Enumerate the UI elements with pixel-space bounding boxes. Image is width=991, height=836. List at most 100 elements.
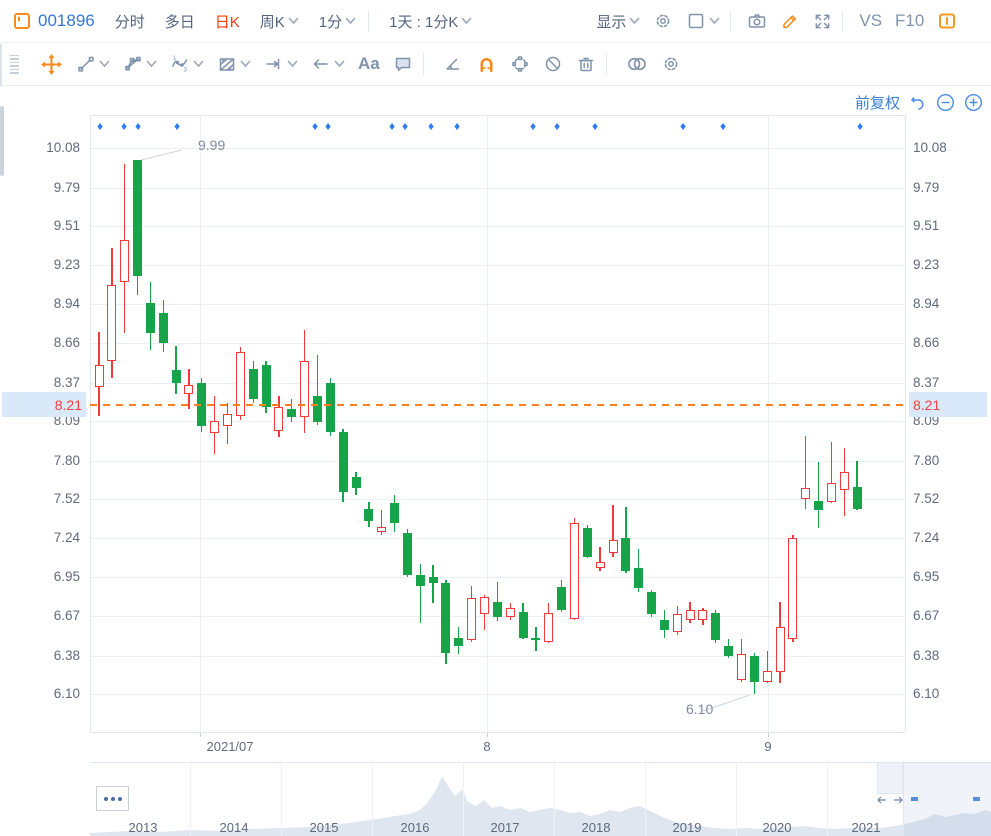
navigator-pan-arrows[interactable] <box>876 792 904 810</box>
trendline-tool[interactable] <box>123 54 157 74</box>
undo-icon[interactable] <box>909 94 927 112</box>
panel-right-icon[interactable] <box>937 11 957 31</box>
event-marker-icon[interactable]: ♦ <box>135 119 141 133</box>
vs-button[interactable]: VS <box>859 11 882 31</box>
adjust-mode-button[interactable]: 前复权 <box>855 92 900 113</box>
display-label: 显示 <box>596 11 626 32</box>
event-marker-icon[interactable]: ♦ <box>428 119 434 133</box>
event-marker-icon[interactable]: ♦ <box>402 119 408 133</box>
event-marker-icon[interactable]: ♦ <box>389 119 395 133</box>
event-marker-icon[interactable]: ♦ <box>174 119 180 133</box>
event-marker-icon[interactable]: ♦ <box>720 119 726 133</box>
event-marker-icon[interactable]: ♦ <box>97 119 103 133</box>
text-tool[interactable]: Aa <box>358 54 380 74</box>
event-marker-icon[interactable]: ♦ <box>857 119 863 133</box>
tab-fenshi[interactable]: 分时 <box>109 11 151 32</box>
zoom-in-icon[interactable] <box>964 93 983 112</box>
plot-border <box>90 732 905 733</box>
compare-tool[interactable] <box>626 53 648 75</box>
current-price-line <box>90 404 906 406</box>
continuous-tool[interactable] <box>510 54 530 74</box>
candle-body <box>390 503 399 522</box>
candle-wick <box>612 505 613 557</box>
candle-wick <box>818 462 819 528</box>
settings-icon[interactable] <box>653 11 673 31</box>
delete-drawings-tool[interactable] <box>576 54 596 74</box>
gann-tool[interactable] <box>217 54 251 74</box>
wave-tool[interactable]: 13 <box>170 54 204 74</box>
hide-drawings-tool[interactable] <box>543 54 563 74</box>
divider <box>368 10 369 32</box>
tab-rik[interactable]: 日K <box>209 11 246 32</box>
display-menu[interactable]: 显示 <box>596 11 640 32</box>
navigator-grid-line <box>827 763 828 836</box>
tab-yifen[interactable]: 1分 <box>313 11 362 32</box>
candle-wick <box>150 282 151 349</box>
top-toolbar: 001896 分时多日日K 周K 1分 1天 : 1分K 显示 VS F10 <box>0 0 991 43</box>
candle-wick <box>767 651 768 683</box>
navigator-thumb[interactable] <box>877 762 903 794</box>
arrow-tool[interactable] <box>311 54 345 74</box>
event-marker-icon[interactable]: ♦ <box>312 119 318 133</box>
navigator-area-chart <box>0 0 991 836</box>
selection-handle-right[interactable] <box>973 797 980 801</box>
tab-label: 分时 <box>115 11 145 32</box>
selection-handle-left[interactable] <box>911 797 918 801</box>
navigator-selection-window[interactable] <box>903 762 991 836</box>
tab-label: 1分 <box>319 11 342 32</box>
candlestick-plot-area[interactable]: 10.0810.089.799.799.519.519.239.238.948.… <box>0 0 991 836</box>
candle-wick <box>317 355 318 425</box>
stock-code[interactable]: 001896 <box>38 11 95 31</box>
trendline-icon <box>123 54 143 74</box>
angle-tool[interactable] <box>443 54 463 74</box>
candle-body <box>133 160 142 275</box>
candle-wick <box>394 495 395 532</box>
candle-wick <box>342 429 343 502</box>
more-options-button[interactable] <box>96 786 129 811</box>
event-marker-icon[interactable]: ♦ <box>680 119 686 133</box>
magnet-tool[interactable] <box>476 54 497 75</box>
candle-body <box>814 501 823 511</box>
chevron-down-icon <box>461 17 472 25</box>
camera-icon[interactable] <box>747 11 767 31</box>
zoom-out-icon[interactable] <box>936 93 955 112</box>
tab-label: 日K <box>215 11 240 32</box>
fullscreen-icon[interactable] <box>813 12 832 31</box>
navigator-year-label: 2014 <box>220 820 249 835</box>
candle-wick <box>805 436 806 509</box>
event-marker-icon[interactable]: ♦ <box>325 119 331 133</box>
chevron-down-icon <box>193 60 204 68</box>
candle-wick <box>355 472 356 495</box>
left-scrollbar[interactable] <box>0 106 4 176</box>
event-marker-icon[interactable]: ♦ <box>121 119 127 133</box>
candle-body <box>274 407 283 430</box>
toolbar-drag-handle[interactable] <box>10 55 27 74</box>
candle-body <box>763 671 772 682</box>
candle-body <box>313 396 322 422</box>
f10-button[interactable]: F10 <box>895 11 924 31</box>
candle-wick <box>368 502 369 527</box>
y-axis-label-left: 6.38 <box>8 648 80 663</box>
candle-body <box>609 540 618 552</box>
event-marker-icon[interactable]: ♦ <box>554 119 560 133</box>
event-marker-icon[interactable]: ♦ <box>530 119 536 133</box>
y-axis-label-right: 8.94 <box>913 296 985 311</box>
event-marker-icon[interactable]: ♦ <box>592 119 598 133</box>
tab-compound[interactable]: 1天 : 1分K <box>383 11 478 32</box>
layout-selector[interactable] <box>686 11 720 31</box>
event-marker-icon[interactable]: ♦ <box>454 119 460 133</box>
move-tool[interactable] <box>40 53 63 76</box>
tab-zhouk[interactable]: 周K <box>254 11 305 32</box>
tab-duori[interactable]: 多日 <box>159 11 201 32</box>
segment-tool[interactable] <box>76 54 110 74</box>
current-price-label-left: 8.21 <box>2 392 86 417</box>
navigator-year-label: 2019 <box>673 820 702 835</box>
drawing-settings[interactable] <box>661 54 681 74</box>
pencil-icon[interactable] <box>780 11 800 31</box>
panel-left-icon[interactable] <box>12 11 32 31</box>
measure-tool[interactable] <box>264 54 298 74</box>
navigator-year-label: 2018 <box>582 820 611 835</box>
candle-wick <box>381 510 382 535</box>
low-price-annotation: 6.10 <box>686 701 713 717</box>
comment-tool[interactable] <box>393 54 413 74</box>
